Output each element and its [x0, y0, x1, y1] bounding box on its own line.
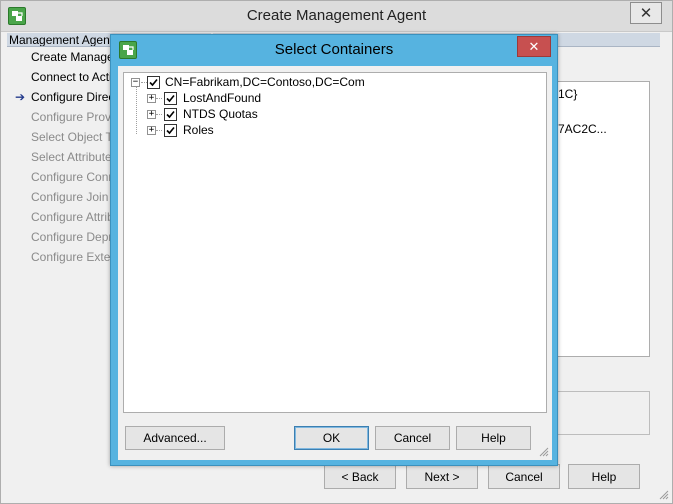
select-containers-dialog: Select Containers ✕ − CN=Fabrikam,DC=Con…: [110, 34, 558, 466]
tree-node-label: CN=Fabrikam,DC=Contoso,DC=Com: [165, 75, 365, 89]
current-step-arrow-icon: ➔: [15, 90, 26, 104]
container-tree[interactable]: − CN=Fabrikam,DC=Contoso,DC=Com + LostAn…: [123, 72, 547, 413]
close-icon: ✕: [528, 38, 540, 54]
checkbox-checked-icon: [166, 94, 175, 103]
main-close-button[interactable]: ✕: [630, 2, 662, 24]
dialog-help-button[interactable]: Help: [456, 426, 531, 450]
dialog-close-button[interactable]: ✕: [517, 36, 551, 57]
next-button[interactable]: Next >: [406, 464, 478, 489]
help-button[interactable]: Help: [568, 464, 640, 489]
checkbox-checked-icon: [149, 78, 158, 87]
expand-icon[interactable]: +: [147, 126, 156, 135]
tree-node-ntds-quotas[interactable]: + NTDS Quotas: [124, 106, 544, 122]
collapse-icon[interactable]: −: [131, 78, 140, 87]
close-icon: ✕: [639, 5, 653, 22]
tree-node-lostandfound[interactable]: + LostAndFound: [124, 90, 544, 106]
back-button[interactable]: < Back: [324, 464, 396, 489]
resize-grip-icon[interactable]: [537, 445, 549, 457]
checkbox-roles[interactable]: [164, 124, 177, 137]
checkbox-checked-icon: [166, 110, 175, 119]
dialog-title: Select Containers: [274, 41, 394, 58]
expand-icon[interactable]: +: [147, 110, 156, 119]
main-titlebar: Create Management Agent ✕: [1, 1, 672, 32]
main-window-title: Create Management Agent: [246, 7, 427, 24]
advanced-button[interactable]: Advanced...: [125, 426, 225, 450]
checkbox-ntds-quotas[interactable]: [164, 108, 177, 121]
content-fragment-2: 7AC2C...: [558, 122, 607, 136]
dialog-body: − CN=Fabrikam,DC=Contoso,DC=Com + LostAn…: [118, 66, 552, 460]
tree-node-root[interactable]: − CN=Fabrikam,DC=Contoso,DC=Com: [124, 74, 544, 90]
checkbox-root[interactable]: [147, 76, 160, 89]
checkbox-lostandfound[interactable]: [164, 92, 177, 105]
content-fragment-1: 1C}: [558, 87, 578, 101]
tree-node-label: NTDS Quotas: [183, 107, 258, 121]
checkbox-checked-icon: [166, 126, 175, 135]
resize-grip-icon[interactable]: [657, 488, 669, 500]
ok-button[interactable]: OK: [294, 426, 369, 450]
tree-node-label: LostAndFound: [183, 91, 262, 105]
tree-node-roles[interactable]: + Roles: [124, 122, 544, 138]
dialog-cancel-button[interactable]: Cancel: [375, 426, 450, 450]
tree-node-label: Roles: [183, 123, 214, 137]
expand-icon[interactable]: +: [147, 94, 156, 103]
cancel-button[interactable]: Cancel: [488, 464, 560, 489]
